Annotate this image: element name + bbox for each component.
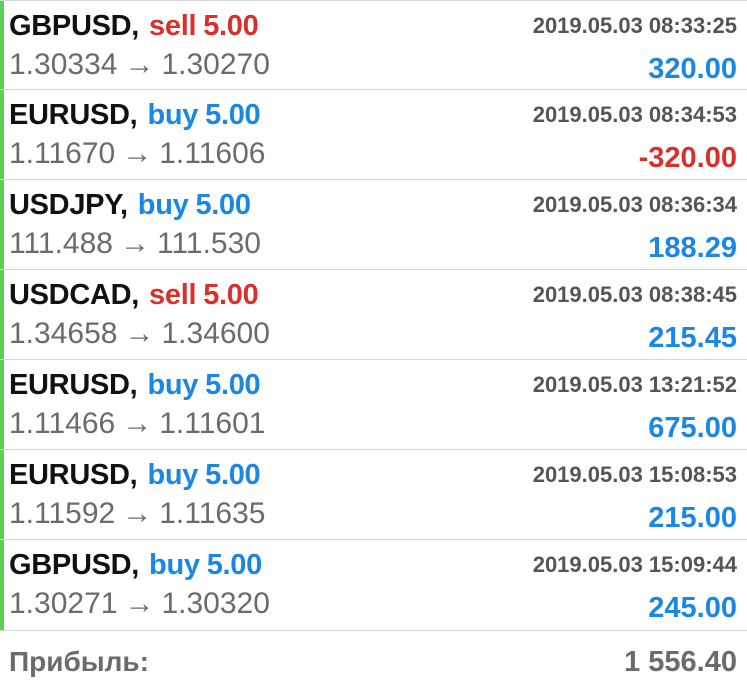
close-price: 1.30320 xyxy=(161,587,270,620)
close-price: 111.530 xyxy=(157,227,261,260)
right-arrow-icon: → xyxy=(122,137,153,170)
trade-title: EURUSD, buy 5.00 xyxy=(9,458,261,492)
trade-time: 2019.05.03 08:36:34 xyxy=(532,192,737,217)
trade-row[interactable]: EURUSD, buy 5.00 2019.05.03 08:34:53 1.116… xyxy=(0,90,747,180)
right-arrow-icon: → xyxy=(120,227,150,260)
trade-prices: 1.11670 → 1.11606 xyxy=(9,136,265,172)
symbol-separator: , xyxy=(131,549,140,581)
trade-time: 2019.05.03 15:09:44 xyxy=(532,552,737,577)
trade-side: buy xyxy=(137,189,189,221)
trade-side: buy xyxy=(147,99,199,131)
close-price: 1.34600 xyxy=(161,317,270,350)
trade-side: buy xyxy=(147,369,199,401)
trade-profit: -320.00 xyxy=(638,142,737,174)
profit-summary: Прибыль: 1 556.40 xyxy=(0,631,747,687)
profit-summary-label: Прибыль: xyxy=(9,646,149,677)
trade-volume: 5.00 xyxy=(205,99,261,131)
trade-time: 2019.05.03 15:08:53 xyxy=(532,462,737,487)
trade-prices: 111.488 → 111.530 xyxy=(9,226,261,262)
open-price: 1.11466 xyxy=(9,407,116,440)
trade-side: buy xyxy=(147,459,199,491)
trade-time: 2019.05.03 08:38:45 xyxy=(532,282,737,307)
row-accent-bar xyxy=(0,180,4,269)
trade-prices: 1.30334 → 1.30270 xyxy=(9,47,270,83)
open-price: 1.30271 xyxy=(9,587,118,620)
row-accent-bar xyxy=(0,270,4,359)
trade-side: sell xyxy=(149,279,197,311)
trade-row[interactable]: USDCAD, sell 5.00 2019.05.03 08:38:45 1.34… xyxy=(0,270,747,360)
trade-profit: 245.00 xyxy=(648,592,737,624)
profit-summary-value: 1 556.40 xyxy=(624,646,737,678)
symbol-separator: , xyxy=(129,459,138,491)
trade-volume: 5.00 xyxy=(195,189,251,221)
trade-volume: 5.00 xyxy=(203,10,259,42)
symbol-separator: , xyxy=(131,10,140,42)
trade-volume: 5.00 xyxy=(205,459,261,491)
open-price: 1.34658 xyxy=(9,317,118,350)
symbol-separator: , xyxy=(131,279,140,311)
row-accent-bar xyxy=(0,90,4,179)
open-price: 1.11592 xyxy=(9,497,116,530)
trade-prices: 1.11466 → 1.11601 xyxy=(9,406,265,442)
close-price: 1.30270 xyxy=(161,48,270,81)
trade-title: GBPUSD, sell 5.00 xyxy=(9,9,259,43)
right-arrow-icon: → xyxy=(124,48,155,81)
trade-symbol: GBPUSD xyxy=(9,10,132,42)
trade-row[interactable]: GBPUSD, sell 5.00 2019.05.03 08:33:25 1.30… xyxy=(0,0,747,90)
symbol-separator: , xyxy=(129,369,138,401)
row-accent-bar xyxy=(0,1,4,89)
trade-history-list: GBPUSD, sell 5.00 2019.05.03 08:33:25 1.30… xyxy=(0,0,747,631)
open-price: 1.11670 xyxy=(9,137,116,170)
trade-symbol: EURUSD xyxy=(9,459,130,491)
trade-time: 2019.05.03 08:33:25 xyxy=(532,13,737,38)
trade-symbol: USDJPY xyxy=(9,189,121,221)
trade-prices: 1.30271 → 1.30320 xyxy=(9,586,270,622)
trade-row[interactable]: EURUSD, buy 5.00 2019.05.03 15:08:53 1.115… xyxy=(0,450,747,540)
trade-row[interactable]: USDJPY, buy 5.00 2019.05.03 08:36:34 111.4… xyxy=(0,180,747,270)
row-accent-bar xyxy=(0,360,4,449)
trade-profit: 675.00 xyxy=(648,412,737,444)
trade-row[interactable]: GBPUSD, buy 5.00 2019.05.03 15:09:44 1.302… xyxy=(0,540,747,631)
right-arrow-icon: → xyxy=(124,317,155,350)
row-accent-bar xyxy=(0,540,4,630)
right-arrow-icon: → xyxy=(122,497,153,530)
trade-symbol: USDCAD xyxy=(9,279,132,311)
trade-side: buy xyxy=(149,549,200,581)
right-arrow-icon: → xyxy=(124,587,155,620)
trade-time: 2019.05.03 13:21:52 xyxy=(532,372,737,397)
trade-symbol: EURUSD xyxy=(9,99,130,131)
trade-profit: 215.00 xyxy=(648,502,737,534)
trade-row[interactable]: EURUSD, buy 5.00 2019.05.03 13:21:52 1.114… xyxy=(0,360,747,450)
trade-title: USDJPY, buy 5.00 xyxy=(9,188,251,222)
trade-side: sell xyxy=(149,10,197,42)
row-accent-bar xyxy=(0,450,4,539)
trade-symbol: EURUSD xyxy=(9,369,130,401)
trade-time: 2019.05.03 08:34:53 xyxy=(532,102,737,127)
trade-prices: 1.11592 → 1.11635 xyxy=(9,496,265,532)
close-price: 1.11635 xyxy=(159,497,266,530)
trade-volume: 5.00 xyxy=(203,279,259,311)
trade-title: USDCAD, sell 5.00 xyxy=(9,278,259,312)
trade-profit: 215.45 xyxy=(648,322,737,354)
trade-symbol: GBPUSD xyxy=(9,549,132,581)
trade-title: EURUSD, buy 5.00 xyxy=(9,98,261,132)
right-arrow-icon: → xyxy=(122,407,153,440)
trade-title: EURUSD, buy 5.00 xyxy=(9,368,261,402)
open-price: 1.30334 xyxy=(9,48,118,81)
trade-title: GBPUSD, buy 5.00 xyxy=(9,548,262,582)
symbol-separator: , xyxy=(129,99,138,131)
close-price: 1.11601 xyxy=(159,407,266,440)
symbol-separator: , xyxy=(120,189,128,221)
close-price: 1.11606 xyxy=(159,137,266,170)
trade-prices: 1.34658 → 1.34600 xyxy=(9,316,270,352)
trade-profit: 320.00 xyxy=(648,53,737,85)
open-price: 111.488 xyxy=(9,227,113,260)
trade-volume: 5.00 xyxy=(206,549,263,581)
trade-profit: 188.29 xyxy=(648,232,737,264)
trade-volume: 5.00 xyxy=(205,369,261,401)
